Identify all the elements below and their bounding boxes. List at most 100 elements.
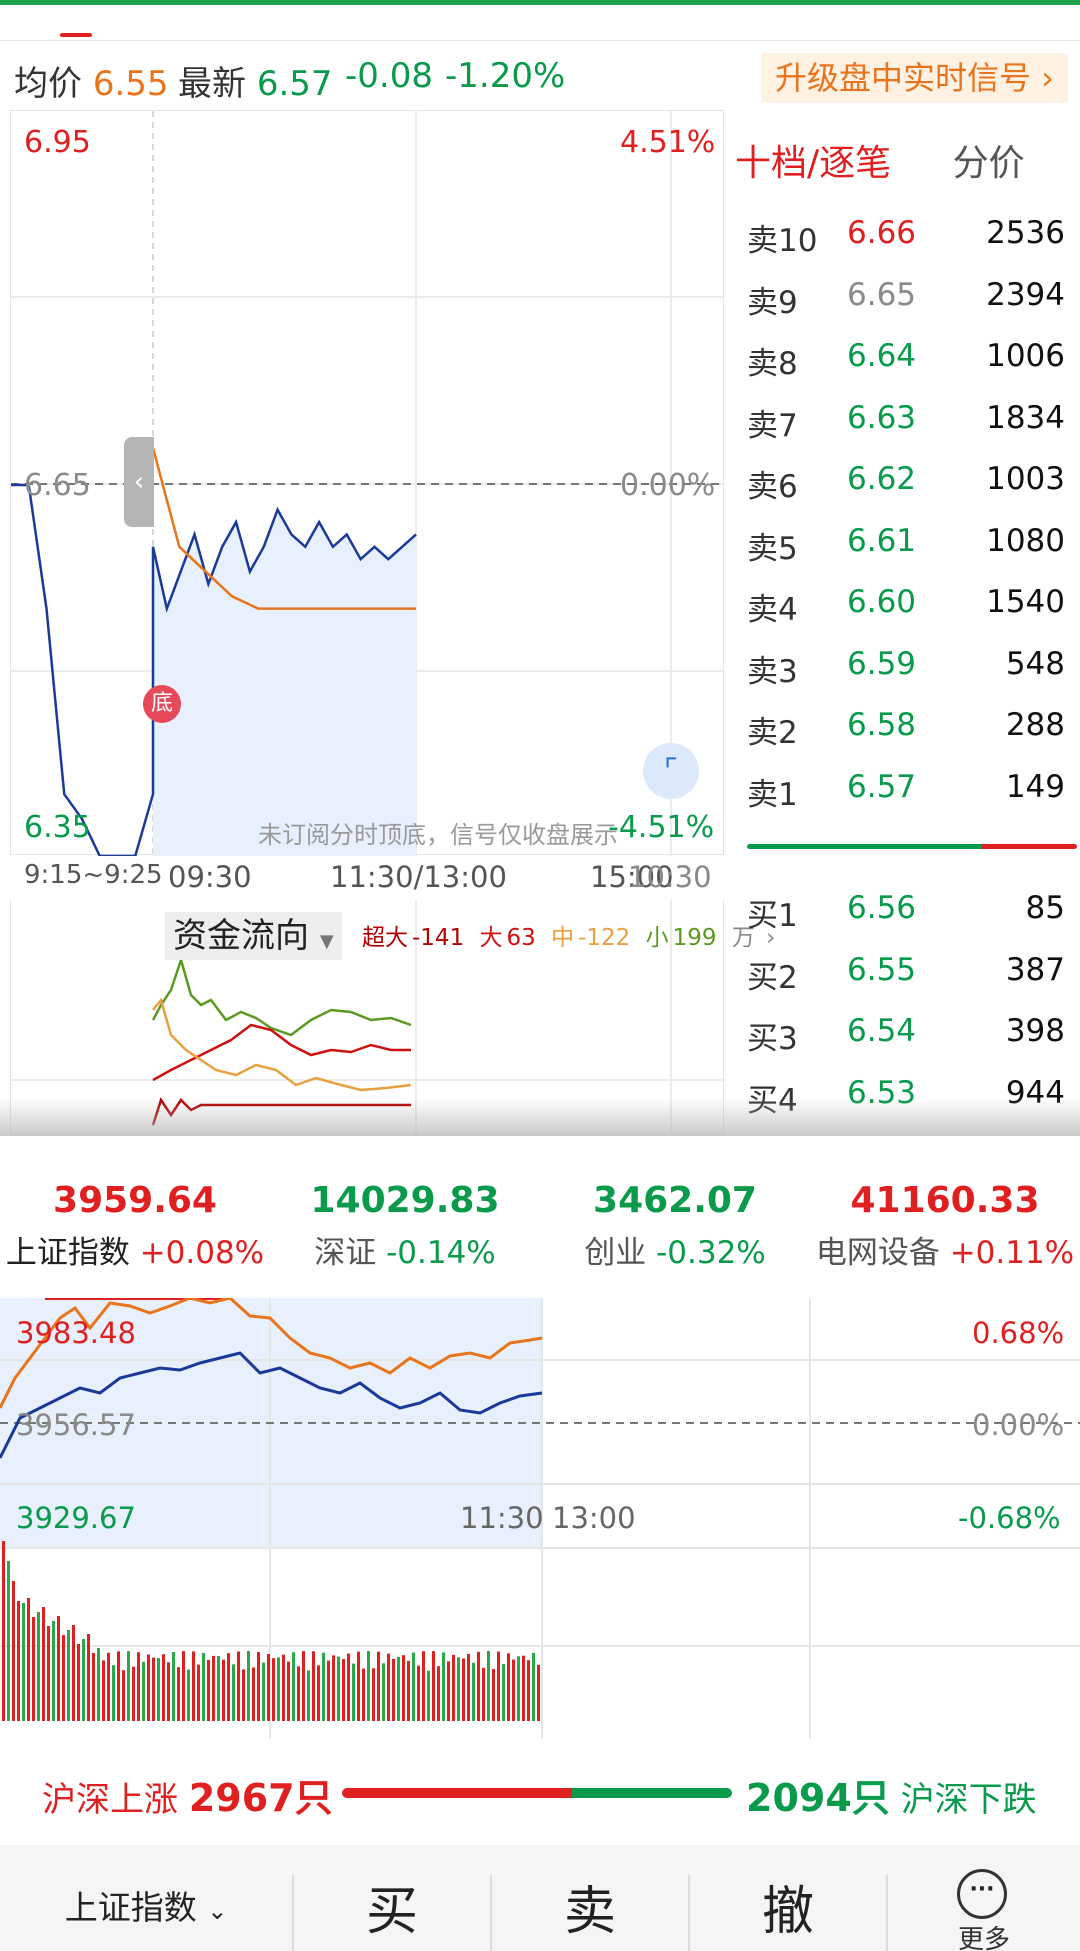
ask-row[interactable]: 卖7 6.63 1834 (747, 400, 1065, 450)
level-volume: 149 (1005, 768, 1065, 805)
level-label: 卖10 (747, 223, 818, 259)
order-book-ratio-bar (747, 844, 1077, 849)
index-name: 上证指数 (5, 1235, 130, 1271)
change-pct: -1.20% (445, 56, 566, 96)
volume-bar (82, 1639, 85, 1721)
index-name: 电网设备 (815, 1235, 940, 1271)
time-auction: 9:15~9:25 (24, 860, 163, 890)
order-book: 十档/逐笔 分价 卖10 6.66 2536 卖9 6.65 2394 卖8 6.64 1006… (725, 110, 1080, 1135)
upgrade-signal-button[interactable]: 升级盘中实时信号 › (761, 53, 1068, 103)
y-mid-label: 6.65 (24, 468, 91, 503)
pct-min-label: -4.51% (608, 810, 715, 845)
price-area (153, 509, 416, 856)
volume-bar (207, 1659, 210, 1721)
bottom-trade-bar: 上证指数 ⌄ 买 卖 撤 更多 (0, 1845, 1080, 1951)
volume-bar (537, 1664, 540, 1721)
ask-row[interactable]: 卖8 6.64 1006 (747, 338, 1065, 388)
buy-button[interactable]: 买 (294, 1845, 490, 1951)
volume-bar (67, 1630, 70, 1721)
avg-label: 均价 (14, 64, 82, 104)
ask-row[interactable]: 卖2 6.58 288 (747, 707, 1065, 757)
index-sector[interactable]: 41160.33 电网设备 +0.11% (810, 1180, 1080, 1272)
volume-bar (502, 1664, 505, 1721)
bottom-signal-badge[interactable]: 底 (143, 685, 181, 723)
fund-flow-dropdown[interactable]: 资金流向 ▼ (165, 912, 342, 960)
fund-flow-title: 资金流向 (173, 916, 309, 956)
index-cy[interactable]: 3462.07 创业 -0.32% (540, 1180, 810, 1272)
ask-row[interactable]: 卖10 6.66 2536 (747, 215, 1065, 265)
level-label: 买2 (747, 959, 798, 996)
volume-bar (142, 1661, 145, 1721)
index-select[interactable]: 上证指数 ⌄ (0, 1845, 292, 1951)
volume-bar (272, 1658, 275, 1721)
volume-bar (122, 1670, 125, 1721)
down-label: 沪深下跌 (900, 1780, 1037, 1820)
tab-ten-level[interactable]: 十档/逐笔 (735, 143, 891, 184)
volume-bar (337, 1656, 340, 1721)
bid-row[interactable]: 买2 6.55 387 (747, 952, 1065, 1002)
ask-row[interactable]: 卖4 6.60 1540 (747, 584, 1065, 634)
bid-row[interactable]: 买1 6.56 85 (747, 890, 1065, 940)
volume-bar (97, 1648, 100, 1721)
volume-bar (377, 1651, 380, 1721)
volume-bar (227, 1653, 230, 1721)
market-breadth: 沪深上涨 2967只 2094只 沪深下跌 (0, 1745, 1080, 1835)
index-sh[interactable]: 3959.64 上证指数 +0.08% (0, 1180, 270, 1272)
volume-bar (127, 1651, 130, 1721)
ask-row[interactable]: 卖9 6.65 2394 (747, 277, 1065, 327)
fund-flow-line (151, 955, 412, 1037)
more-icon[interactable]: ··· (957, 1869, 1007, 1919)
volume-bar (187, 1669, 190, 1721)
level-price: 6.61 (847, 522, 917, 559)
last-value: 6.57 (256, 64, 333, 104)
volume-bar (137, 1652, 140, 1721)
index-chart[interactable]: 3983.48 3956.57 3929.67 0.68% 0.00% -0.6… (0, 1296, 1080, 1738)
pct-max-label: 4.51% (620, 125, 716, 160)
volume-bar (182, 1651, 185, 1721)
volume-bar (452, 1654, 455, 1721)
volume-bar (162, 1654, 165, 1721)
volume-bar (32, 1617, 35, 1721)
volume-bar (352, 1663, 355, 1721)
volume-bar (422, 1651, 425, 1721)
volume-bar (292, 1652, 295, 1721)
ask-row[interactable]: 卖3 6.59 548 (747, 646, 1065, 696)
top-tab-bar (0, 0, 1080, 38)
volume-bar (232, 1664, 235, 1721)
volume-bar (382, 1663, 385, 1721)
volume-bar (282, 1654, 285, 1721)
index-sz[interactable]: 14029.83 深证 -0.14% (270, 1180, 540, 1272)
volume-bar (412, 1652, 415, 1721)
volume-bar (222, 1659, 225, 1721)
level-volume: 1540 (986, 584, 1065, 620)
ask-row[interactable]: 卖6 6.62 1003 (747, 461, 1065, 511)
expand-icon[interactable]: ⌜ (643, 743, 699, 799)
volume-bar (2, 1541, 5, 1721)
volume-bar (322, 1652, 325, 1721)
volume-bar (362, 1668, 365, 1721)
volume-bar (132, 1666, 135, 1721)
tab-price-volume[interactable]: 分价 (953, 143, 1025, 184)
level-label: 卖2 (747, 715, 798, 751)
chevron-left-icon[interactable]: ‹ (124, 437, 154, 527)
volume-bar (487, 1651, 490, 1721)
index-change: -0.14% (386, 1235, 496, 1271)
level-volume: 387 (1005, 951, 1065, 988)
level-price: 6.65 (847, 276, 917, 313)
volume-bar (472, 1662, 475, 1721)
volume-bar (347, 1653, 350, 1721)
level-label: 卖9 (747, 284, 798, 321)
level-label: 卖4 (747, 592, 798, 628)
volume-bar (302, 1651, 305, 1721)
bid-row[interactable]: 买3 6.54 398 (747, 1013, 1065, 1063)
index-value: 14029.83 (310, 1180, 500, 1221)
volume-bar (252, 1667, 255, 1721)
volume-bar (517, 1656, 520, 1721)
ask-row[interactable]: 卖1 6.57 149 (747, 769, 1065, 819)
index-pct-mid: 0.00% (972, 1408, 1065, 1442)
cancel-order-button[interactable]: 撤 (690, 1845, 886, 1951)
intraday-chart[interactable] (10, 110, 725, 856)
volume-bar (367, 1651, 370, 1721)
ask-row[interactable]: 卖5 6.61 1080 (747, 523, 1065, 573)
sell-button[interactable]: 卖 (492, 1845, 688, 1951)
